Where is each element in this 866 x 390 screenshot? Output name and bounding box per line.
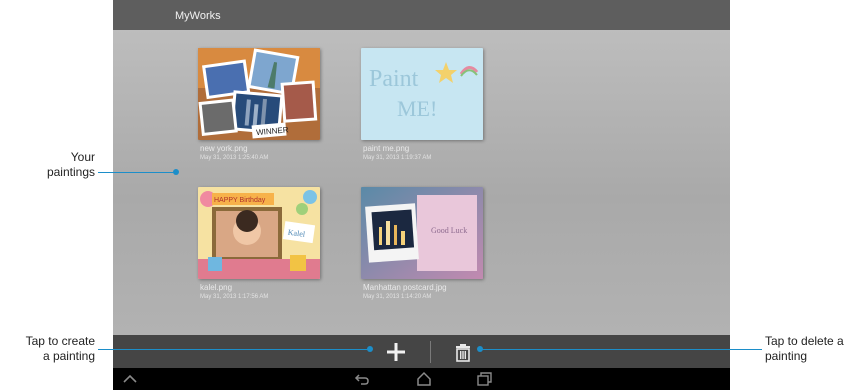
paint-me-text: ME! — [397, 96, 437, 121]
postcard-script-text: Good Luck — [431, 226, 467, 235]
painting-tile-kalel[interactable]: HAPPY Birthday Kalel kalel.png May 31, 2… — [198, 187, 323, 309]
callout-line-delete — [482, 349, 762, 350]
home-icon — [417, 371, 431, 386]
painting-date: May 31, 2013 1:19:37 AM — [363, 155, 432, 161]
back-button[interactable] — [353, 371, 371, 387]
tablet-screen: MyWorks WINNER new york.png May 31, 2013 — [113, 0, 730, 390]
callout-dot-create — [367, 346, 373, 352]
system-navigation-bar — [113, 368, 730, 390]
callout-your-paintings: Your paintings — [46, 150, 95, 179]
painting-tile-new-york[interactable]: WINNER new york.png May 31, 2013 1:25:40… — [198, 48, 323, 170]
trash-icon — [456, 344, 470, 362]
paint-me-text: Paint — [369, 66, 419, 92]
recent-apps-icon — [477, 372, 492, 386]
painting-thumbnail: Good Luck — [361, 187, 483, 279]
app-launcher-button[interactable] — [121, 371, 139, 387]
delete-painting-button[interactable] — [452, 341, 474, 363]
painting-tile-paint-me[interactable]: Paint ME! paint me.png May 31, 2013 1:19… — [361, 48, 486, 170]
painting-filename: kalel.png — [200, 283, 233, 292]
painting-thumbnail: Paint ME! — [361, 48, 483, 140]
painting-filename: new york.png — [200, 144, 248, 153]
callout-line-paintings — [98, 172, 176, 173]
create-painting-button[interactable] — [384, 340, 408, 364]
chevron-up-icon — [123, 374, 137, 383]
callout-delete-painting: Tap to delete a painting — [765, 334, 844, 363]
painting-thumbnail: WINNER — [198, 48, 320, 140]
action-bar — [113, 335, 730, 368]
painting-tile-manhattan-postcard[interactable]: Good Luck Manhattan postcard.jpg May 31,… — [361, 187, 486, 309]
callout-line-create — [98, 349, 370, 350]
recent-apps-button[interactable] — [475, 371, 493, 387]
painting-filename: paint me.png — [363, 144, 410, 153]
painting-filename: Manhattan postcard.jpg — [363, 283, 447, 292]
painting-date: May 31, 2013 1:14:20 AM — [363, 294, 432, 300]
callout-create-painting: Tap to create a painting — [25, 334, 95, 363]
painting-date: May 31, 2013 1:17:56 AM — [200, 294, 269, 300]
app-title: MyWorks — [175, 10, 221, 22]
painting-thumbnail: HAPPY Birthday Kalel — [198, 187, 320, 279]
paintings-grid: WINNER new york.png May 31, 2013 1:25:40… — [113, 30, 730, 335]
birthday-banner-text: HAPPY Birthday — [214, 197, 266, 204]
home-button[interactable] — [415, 370, 433, 388]
back-icon — [354, 374, 369, 385]
app-title-bar: MyWorks — [113, 0, 730, 30]
callout-dot-paintings — [173, 169, 179, 175]
action-divider — [430, 341, 431, 363]
plus-icon — [387, 343, 405, 361]
painting-date: May 31, 2013 1:25:40 AM — [200, 155, 269, 161]
callout-dot-delete — [477, 346, 483, 352]
